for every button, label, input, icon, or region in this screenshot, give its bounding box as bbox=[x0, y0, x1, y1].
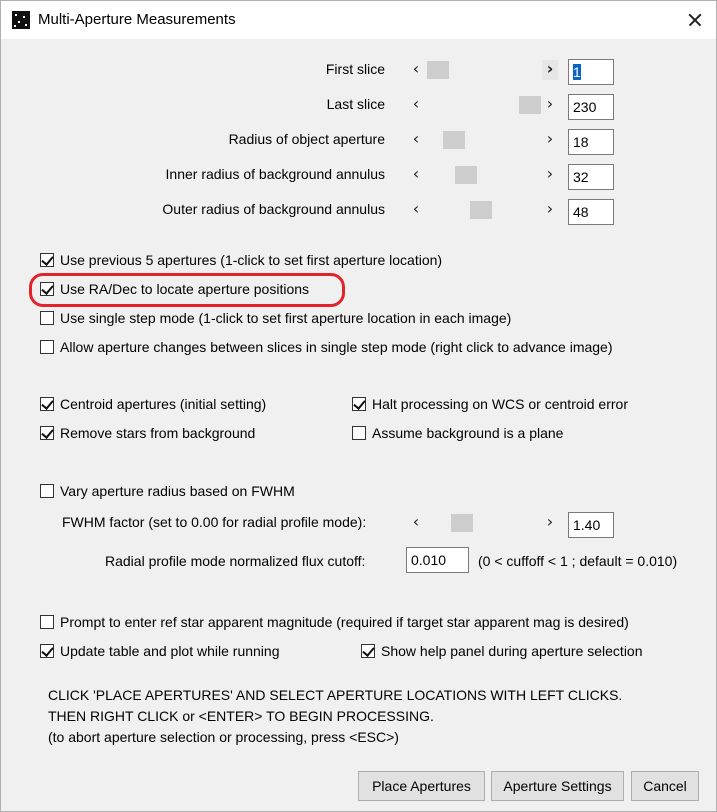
place-apertures-button[interactable]: Place Apertures bbox=[358, 771, 485, 801]
centroid-label: Centroid apertures (initial setting) bbox=[60, 396, 267, 412]
chevron-right-icon[interactable]: › bbox=[542, 95, 558, 115]
single-step-checkbox[interactable] bbox=[40, 311, 54, 325]
use-previous-checkbox[interactable] bbox=[40, 253, 54, 267]
slider-label: Outer radius of background annulus bbox=[162, 201, 385, 217]
instruction-line: CLICK 'PLACE APERTURES' AND SELECT APERT… bbox=[48, 687, 623, 703]
fwhm-label: FWHM factor (set to 0.00 for radial prof… bbox=[62, 514, 367, 530]
inner-annulus-field[interactable]: 32 bbox=[568, 164, 614, 190]
slider-thumb[interactable] bbox=[443, 131, 465, 149]
update-table-label: Update table and plot while running bbox=[60, 643, 280, 659]
chevron-left-icon[interactable]: ‹ bbox=[408, 165, 424, 185]
vary-radius-label: Vary aperture radius based on FWHM bbox=[60, 483, 295, 499]
chevron-right-icon[interactable]: › bbox=[542, 513, 558, 533]
instruction-line: THEN RIGHT CLICK or <ENTER> TO BEGIN PRO… bbox=[48, 708, 434, 724]
radial-cutoff-label: Radial profile mode normalized flux cuto… bbox=[105, 553, 366, 569]
allow-changes-label: Allow aperture changes between slices in… bbox=[60, 339, 613, 355]
assume-plane-checkbox[interactable] bbox=[352, 426, 366, 440]
show-help-label: Show help panel during aperture selectio… bbox=[381, 643, 643, 659]
chevron-right-icon[interactable]: › bbox=[542, 60, 558, 80]
slider-thumb[interactable] bbox=[451, 514, 473, 532]
use-previous-label: Use previous 5 apertures (1-click to set… bbox=[60, 252, 443, 268]
chevron-right-icon[interactable]: › bbox=[542, 130, 558, 150]
close-icon[interactable] bbox=[670, 1, 716, 39]
chevron-left-icon[interactable]: ‹ bbox=[408, 60, 424, 80]
chevron-left-icon[interactable]: ‹ bbox=[408, 130, 424, 150]
aperture-settings-button[interactable]: Aperture Settings bbox=[491, 771, 624, 801]
app-icon bbox=[12, 11, 30, 29]
vary-radius-checkbox[interactable] bbox=[40, 484, 54, 498]
allow-changes-checkbox[interactable] bbox=[40, 340, 54, 354]
chevron-left-icon[interactable]: ‹ bbox=[408, 513, 424, 533]
fwhm-field[interactable]: 1.40 bbox=[568, 512, 614, 538]
halt-label: Halt processing on WCS or centroid error bbox=[372, 396, 628, 412]
cancel-button[interactable]: Cancel bbox=[631, 771, 699, 801]
first-slice-field[interactable]: 1 bbox=[568, 59, 614, 85]
slider-label: First slice bbox=[325, 61, 385, 77]
dialog-window: Multi-Aperture Measurements First slice … bbox=[0, 0, 717, 812]
chevron-right-icon[interactable]: › bbox=[542, 165, 558, 185]
radial-cutoff-field[interactable]: 0.010 bbox=[406, 547, 469, 573]
use-radec-checkbox[interactable] bbox=[40, 282, 54, 296]
slider-thumb[interactable] bbox=[455, 166, 477, 184]
chevron-left-icon[interactable]: ‹ bbox=[408, 200, 424, 220]
single-step-label: Use single step mode (1-click to set fir… bbox=[60, 310, 512, 326]
remove-stars-checkbox[interactable] bbox=[40, 426, 54, 440]
centroid-checkbox[interactable] bbox=[40, 397, 54, 411]
radial-cutoff-hint: (0 < cuffoff < 1 ; default = 0.010) bbox=[478, 553, 678, 569]
update-table-checkbox[interactable] bbox=[40, 644, 54, 658]
slider-label: Radius of object aperture bbox=[228, 131, 385, 147]
outer-annulus-field[interactable]: 48 bbox=[568, 199, 614, 225]
chevron-left-icon[interactable]: ‹ bbox=[408, 95, 424, 115]
last-slice-field[interactable]: 230 bbox=[568, 94, 614, 120]
title-bar: Multi-Aperture Measurements bbox=[1, 1, 716, 39]
chevron-right-icon[interactable]: › bbox=[542, 200, 558, 220]
prompt-mag-checkbox[interactable] bbox=[40, 615, 54, 629]
slider-thumb[interactable] bbox=[427, 61, 449, 79]
remove-stars-label: Remove stars from background bbox=[60, 425, 256, 441]
object-radius-field[interactable]: 18 bbox=[568, 129, 614, 155]
slider-thumb[interactable] bbox=[470, 201, 492, 219]
instruction-line: (to abort aperture selection or processi… bbox=[48, 729, 399, 745]
slider-thumb[interactable] bbox=[519, 96, 541, 114]
halt-checkbox[interactable] bbox=[352, 397, 366, 411]
assume-plane-label: Assume background is a plane bbox=[372, 425, 564, 441]
window-title: Multi-Aperture Measurements bbox=[38, 11, 236, 28]
prompt-mag-label: Prompt to enter ref star apparent magnit… bbox=[60, 614, 629, 630]
slider-label: Inner radius of background annulus bbox=[165, 166, 385, 182]
use-radec-label: Use RA/Dec to locate aperture positions bbox=[60, 281, 310, 297]
slider-label: Last slice bbox=[326, 96, 385, 112]
show-help-checkbox[interactable] bbox=[361, 644, 375, 658]
